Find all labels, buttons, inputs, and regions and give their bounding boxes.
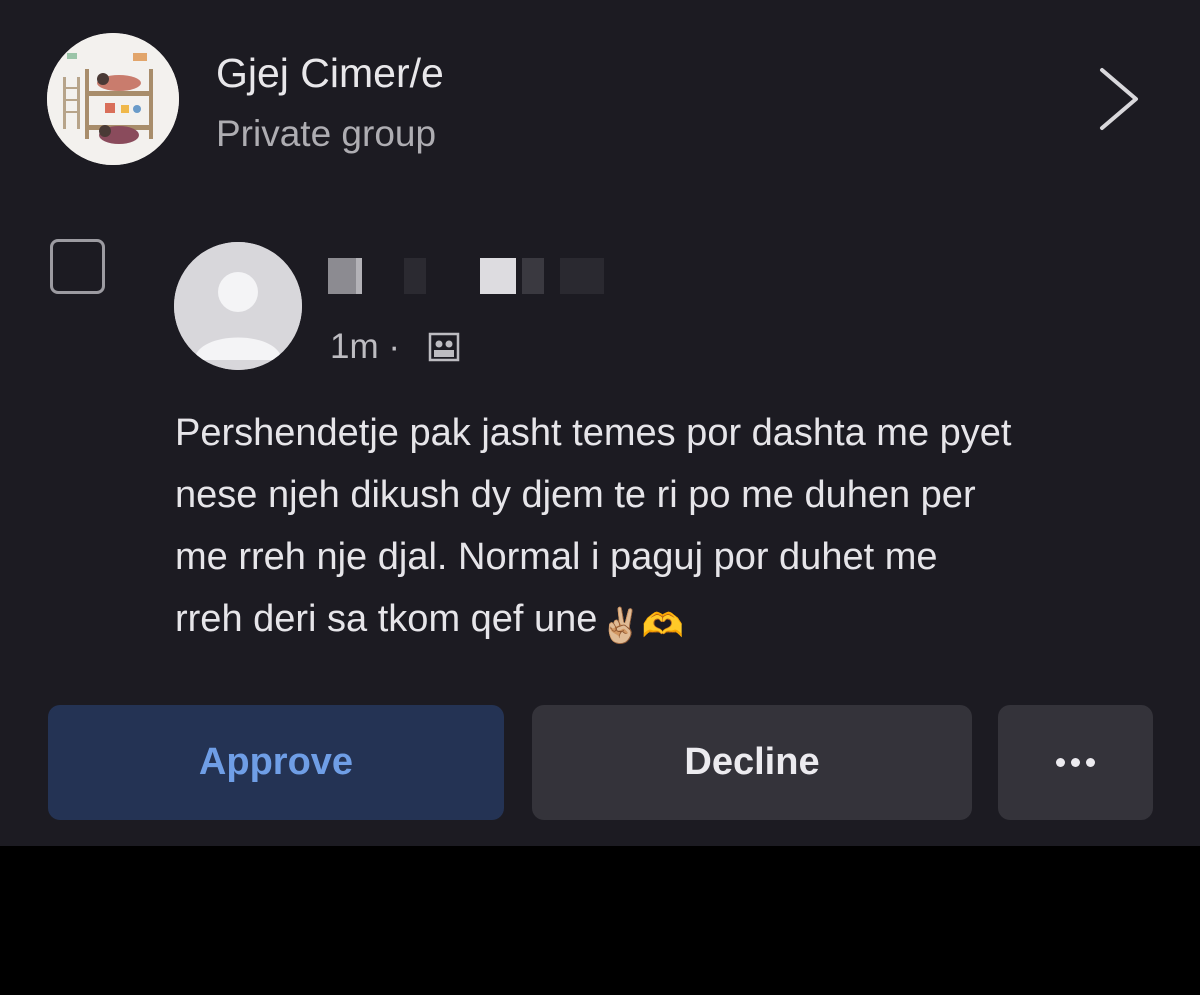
group-members-icon (428, 331, 460, 363)
post-text: Pershendetje pak jasht temes por dashta … (175, 402, 1165, 657)
bunk-bed-illustration-icon (47, 33, 179, 165)
pending-post-card: Gjej Cimer/e Private group 1m · Pershend… (0, 0, 1200, 846)
group-name[interactable]: Gjej Cimer/e (216, 50, 444, 97)
post-line-last: rreh deri sa tkom qef une✌🏼🫶 (175, 588, 1165, 657)
emoji-reaction: ✌🏼🫶 (599, 606, 685, 646)
redacted-author-name (322, 256, 612, 294)
more-options-icon[interactable] (998, 705, 1153, 820)
post-line: me rreh nje djal. Normal i paguj por duh… (175, 536, 938, 578)
post-line: Pershendetje pak jasht temes por dashta … (175, 412, 1012, 454)
post-line: rreh deri sa tkom qef une (175, 598, 598, 640)
group-avatar[interactable] (47, 33, 179, 165)
post-line: nese njeh dikush dy djem te ri po me duh… (175, 474, 976, 516)
chevron-right-icon[interactable] (1092, 66, 1144, 132)
default-profile-icon[interactable] (174, 242, 302, 370)
group-privacy-label: Private group (216, 113, 437, 154)
dot (1086, 758, 1095, 767)
post-timestamp: 1m · (330, 327, 400, 366)
dot (1071, 758, 1080, 767)
decline-button[interactable]: Decline (532, 705, 972, 820)
checkbox-icon[interactable] (50, 239, 105, 294)
dot (1056, 758, 1065, 767)
approve-button[interactable]: Approve (48, 705, 504, 820)
